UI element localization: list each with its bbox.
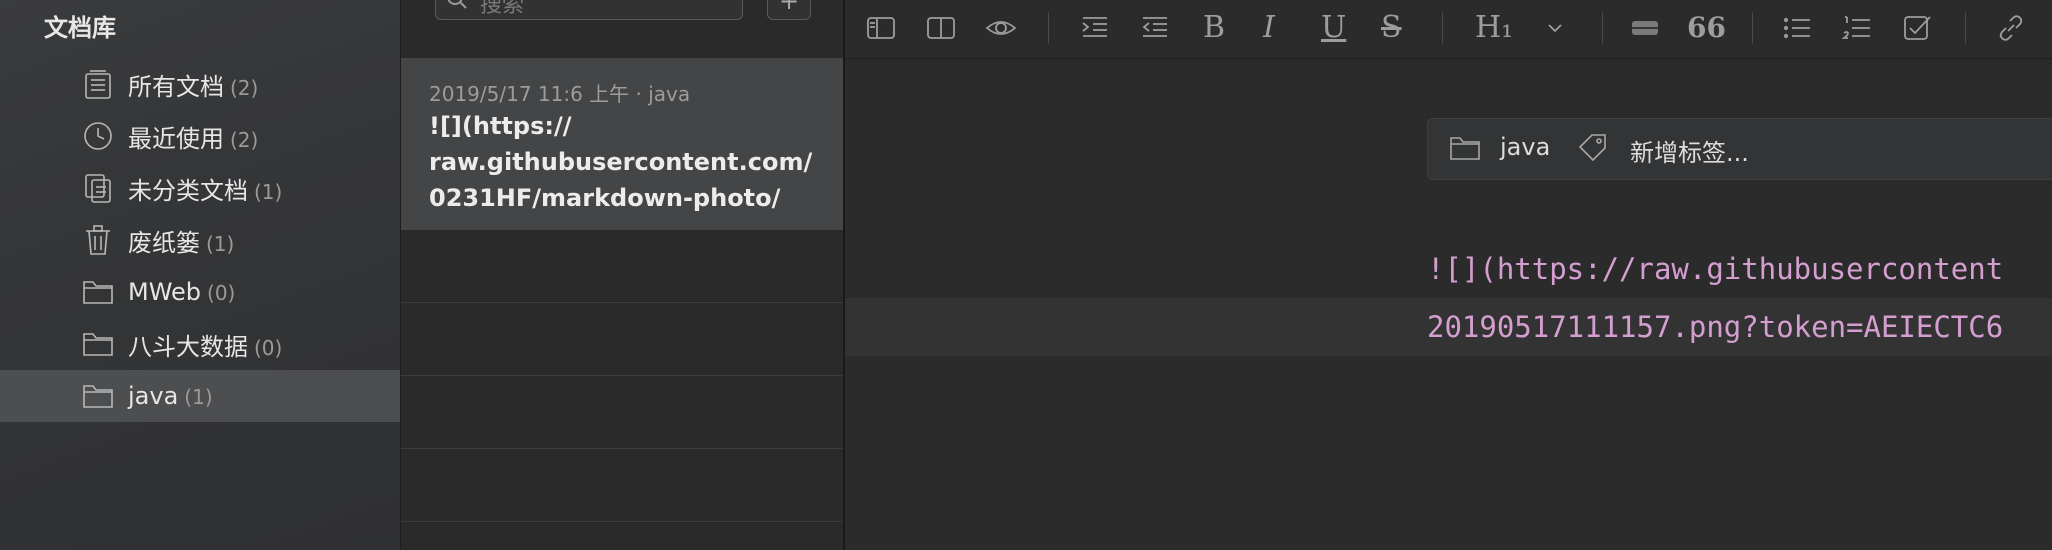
sidebar-item-label: 八斗大数据 (0): [128, 332, 283, 361]
toggle-sidebar-button[interactable]: [861, 8, 901, 48]
checkbox-icon: [1904, 16, 1931, 40]
toolbar-divider: [1602, 12, 1603, 44]
folder-icon: [80, 274, 116, 310]
link-button[interactable]: [1991, 8, 2031, 48]
sidebar-item-label: MWeb (0): [128, 278, 236, 306]
italic-button[interactable]: I: [1263, 6, 1275, 50]
tag-icon: [1576, 131, 1612, 167]
chevron-down-icon: [1548, 24, 1562, 33]
toolbar-divider: [1048, 12, 1049, 44]
numbered-list-icon: [1841, 16, 1870, 39]
bullet-list-icon: [1783, 17, 1810, 39]
editor-toolbar: B I U S H₁ 66: [845, 0, 2052, 59]
sidebar-item-badou-bigdata[interactable]: 八斗大数据 (0): [0, 318, 400, 370]
clock-icon: [80, 118, 116, 154]
note-meta: 2019/5/17 11:6 上午 · java: [429, 82, 691, 106]
editor: B I U S H₁ 66 java 新增标签... ![](https://r…: [845, 0, 2052, 550]
split-view-icon: [927, 17, 955, 39]
editor-line[interactable]: 20190517111157.png?token=AEIECTC6: [1427, 310, 2003, 344]
horizontal-rule-icon: [1632, 21, 1658, 35]
sidebar-item-all-docs[interactable]: 所有文档 (2): [0, 58, 400, 110]
numbered-list-button[interactable]: [1837, 8, 1877, 48]
note-list: 搜索 + 2019/5/17 11:6 上午 · java ![](https:…: [400, 0, 845, 550]
add-tag-input[interactable]: 新增标签...: [1630, 133, 1749, 168]
search-input[interactable]: 搜索: [435, 0, 743, 20]
sidebar-item-count: (0): [207, 281, 236, 305]
eye-icon: [985, 21, 1017, 35]
sidebar-item-count: (1): [254, 179, 283, 204]
toolbar-divider: [1965, 12, 1966, 44]
bullet-list-button[interactable]: [1777, 8, 1817, 48]
sidebar-item-count: (0): [254, 335, 283, 360]
sidebar-item-count: (1): [184, 385, 213, 409]
indent-button[interactable]: [1075, 8, 1115, 48]
strikethrough-button[interactable]: S: [1381, 6, 1402, 50]
bold-button[interactable]: B: [1203, 6, 1225, 50]
tag-bar: java 新增标签...: [1427, 118, 2052, 180]
link-icon: [1999, 15, 2023, 41]
preview-button[interactable]: [981, 8, 1021, 48]
sidebar-item-recent[interactable]: 最近使用 (2): [0, 110, 400, 162]
folder-icon: [80, 326, 116, 362]
horizontal-rule-button[interactable]: [1625, 8, 1665, 48]
indent-icon: [1082, 17, 1107, 37]
note-title: ![](https:// raw.githubusercontent.com/ …: [429, 112, 813, 212]
heading-dropdown-button[interactable]: [1535, 8, 1575, 48]
outdent-button[interactable]: [1135, 8, 1175, 48]
add-note-button[interactable]: +: [767, 0, 811, 20]
sidebar-item-label: 废纸篓 (1): [128, 228, 235, 257]
list-item: [401, 449, 843, 522]
note-folder-label[interactable]: java: [1500, 133, 1550, 161]
sidebar-item-count: (2): [230, 127, 259, 152]
sidebar-layout-icon: [867, 17, 895, 39]
outdent-icon: [1142, 17, 1167, 37]
all-docs-icon: [80, 66, 116, 102]
task-list-button[interactable]: [1897, 8, 1937, 48]
trash-icon: [80, 222, 116, 258]
editor-line[interactable]: ![](https://raw.githubusercontent: [1427, 252, 2003, 286]
underline-button[interactable]: U: [1321, 6, 1346, 50]
sidebar-item-label: 最近使用 (2): [128, 124, 259, 153]
sidebar-item-count: (2): [230, 75, 259, 100]
sidebar-item-mweb[interactable]: MWeb (0): [0, 266, 400, 318]
sidebar-title: 文档库: [44, 14, 116, 42]
search-icon: [447, 0, 467, 9]
sidebar-item-trash[interactable]: 废纸篓 (1): [0, 214, 400, 266]
sidebar-item-uncategorized[interactable]: 未分类文档 (1): [0, 162, 400, 214]
note-list-item-selected[interactable]: 2019/5/17 11:6 上午 · java ![](https:// ra…: [401, 58, 843, 230]
list-item: [401, 303, 843, 376]
sidebar-item-count: (1): [206, 231, 235, 256]
split-view-button[interactable]: [921, 8, 961, 48]
folder-icon: [80, 378, 116, 414]
heading-button[interactable]: H₁: [1475, 6, 1513, 50]
sidebar: 文档库 所有文档 (2) 最近使用 (2) 未分类文档 (1) 废纸篓 (1) MWeb…: [0, 0, 400, 550]
sidebar-item-java[interactable]: java (1): [0, 370, 400, 422]
search-placeholder: 搜索: [480, 0, 525, 18]
toolbar-divider: [1752, 12, 1753, 44]
list-item: [401, 376, 843, 449]
list-item: [401, 230, 843, 303]
toolbar-divider: [1442, 12, 1443, 44]
folder-icon: [1448, 131, 1484, 167]
quote-button[interactable]: 66: [1687, 6, 1726, 50]
sidebar-item-label: java (1): [128, 382, 213, 410]
sidebar-item-label: 未分类文档 (1): [128, 176, 283, 205]
sidebar-item-label: 所有文档 (2): [128, 72, 259, 101]
uncategorized-doc-icon: [80, 170, 116, 206]
